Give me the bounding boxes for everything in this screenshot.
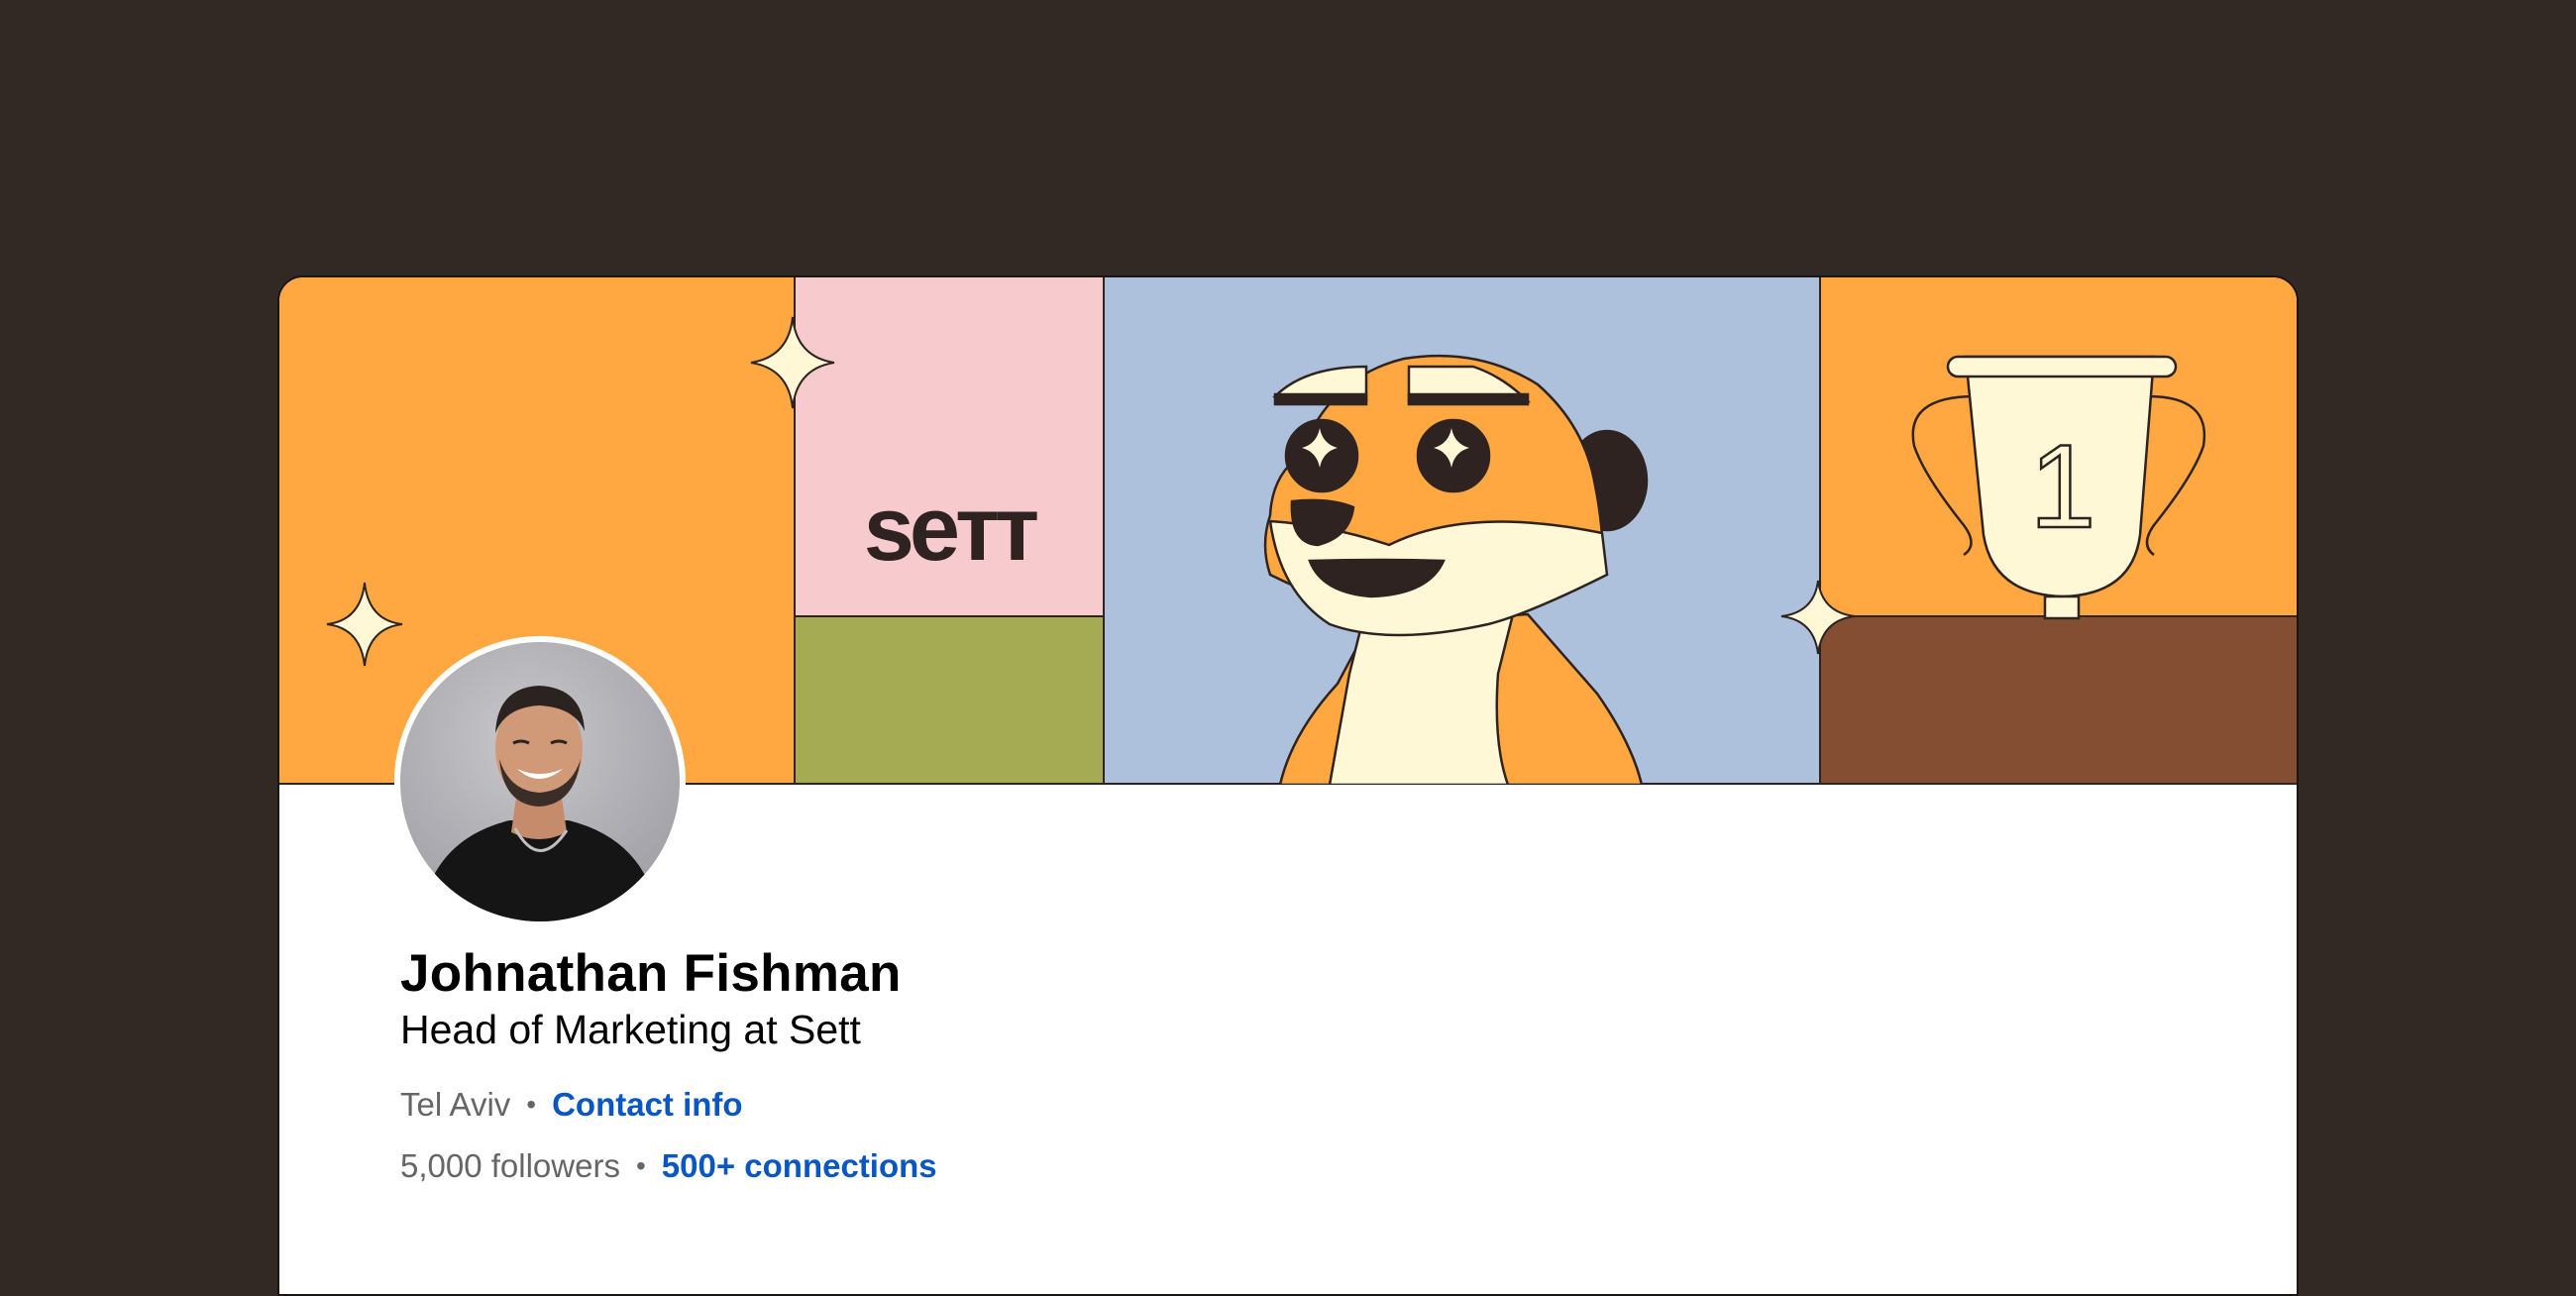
connections-link[interactable]: 500+ connections xyxy=(662,1147,937,1185)
banner-panel-olive xyxy=(795,616,1104,785)
sett-logo: seтт xyxy=(864,479,1037,580)
location-text: Tel Aviv xyxy=(400,1086,511,1123)
trophy-number: 1 xyxy=(2030,420,2096,553)
network-stats-row: 5,000 followers • 500+ connections xyxy=(400,1147,937,1185)
separator-dot: • xyxy=(635,1150,646,1181)
avatar-photo xyxy=(400,642,680,921)
profile-name: Johnathan Fishman xyxy=(400,944,902,1003)
followers-count: 5,000 followers xyxy=(400,1147,620,1184)
profile-card: seтт 1 Johnathan Fishman Head of Marketi… xyxy=(277,275,2299,1296)
profile-headline: Head of Marketing at Sett xyxy=(400,1007,861,1052)
banner-panel-brown xyxy=(1820,616,2297,785)
separator-dot: • xyxy=(526,1089,537,1120)
location-row: Tel Aviv • Contact info xyxy=(400,1086,743,1124)
profile-avatar[interactable] xyxy=(394,636,686,927)
contact-info-link[interactable]: Contact info xyxy=(552,1086,742,1124)
